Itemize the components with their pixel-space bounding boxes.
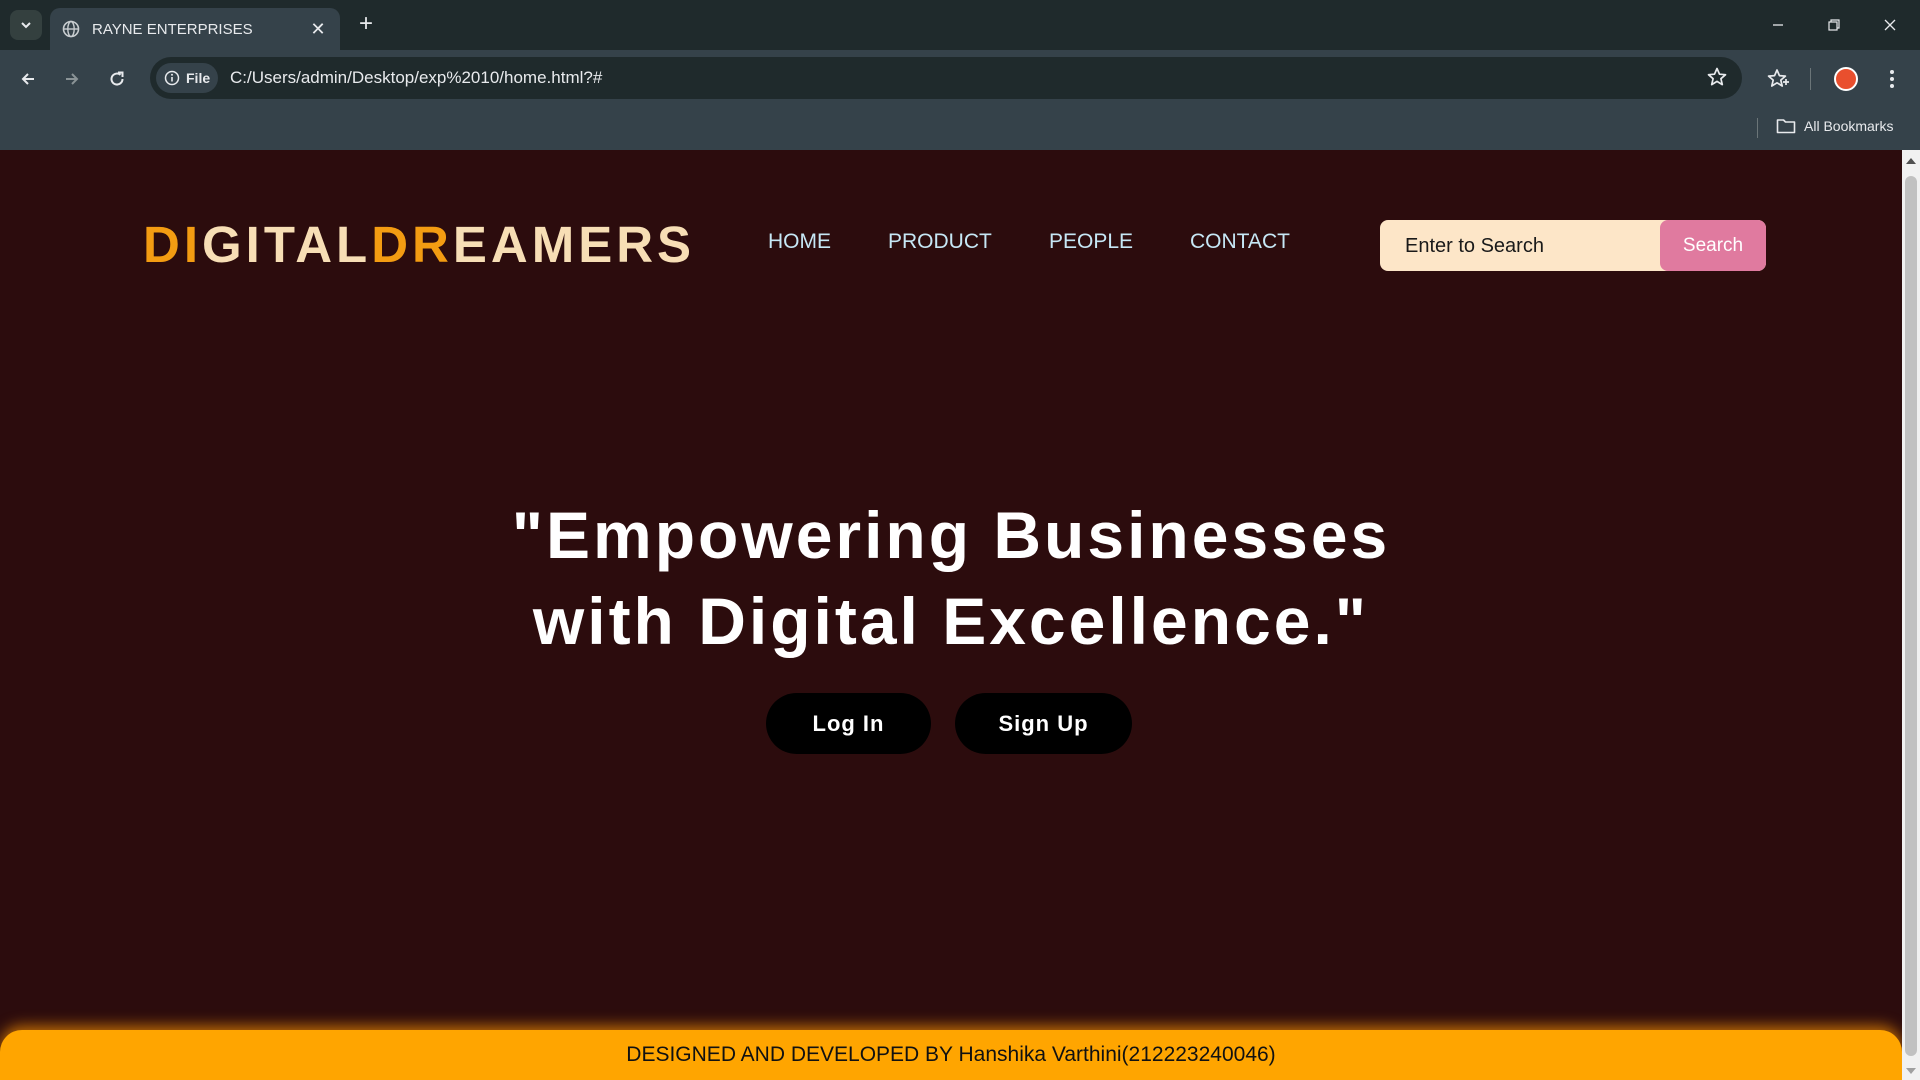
tab-search-button[interactable] [10, 10, 42, 40]
chevron-down-icon [21, 22, 31, 29]
logo-part-1: DI [143, 216, 202, 273]
nav-people[interactable]: PEOPLE [1049, 230, 1133, 254]
scroll-down-arrow[interactable] [1906, 1068, 1916, 1074]
bookmark-star-button[interactable] [1706, 66, 1728, 93]
minimize-icon [1773, 24, 1783, 26]
globe-icon [62, 20, 80, 38]
page-footer: DESIGNED AND DEVELOPED BY Hanshika Varth… [0, 1030, 1902, 1080]
active-tab[interactable]: RAYNE ENTERPRISES ✕ [50, 8, 340, 50]
new-tab-button[interactable]: + [352, 10, 380, 38]
bookmark-star-icon [1707, 67, 1727, 86]
search-button[interactable]: Search [1660, 220, 1766, 271]
bookmarks-button[interactable] [1762, 63, 1794, 95]
restore-button[interactable] [1806, 0, 1862, 50]
url-text[interactable]: C:/Users/admin/Desktop/exp%2010/home.htm… [230, 68, 602, 88]
back-icon [21, 73, 34, 85]
forward-icon [66, 73, 79, 85]
bookmarks-bar: All Bookmarks [0, 108, 1920, 150]
logo-part-3: DR [371, 216, 453, 273]
chip-label: File [186, 70, 211, 86]
close-window-button[interactable] [1862, 0, 1918, 50]
tab-title: RAYNE ENTERPRISES [92, 20, 253, 38]
login-button[interactable]: Log In [766, 693, 931, 754]
restore-icon [1828, 19, 1840, 31]
address-bar[interactable]: File C:/Users/admin/Desktop/exp%2010/hom… [150, 57, 1742, 99]
close-window-icon [1884, 19, 1896, 31]
search-input[interactable]: Enter to Search [1405, 235, 1544, 258]
reload-button[interactable] [101, 63, 133, 95]
page-scrollbar[interactable] [1902, 150, 1920, 1080]
nav-contact[interactable]: CONTACT [1190, 230, 1290, 254]
hero-headline: "Empowering Businesses with Digital Exce… [0, 492, 1902, 664]
logo-part-2: GITAL [202, 216, 372, 273]
nav-product[interactable]: PRODUCT [888, 230, 992, 254]
site-logo[interactable]: DIGITALDREAMERS [143, 215, 695, 274]
back-button[interactable] [12, 63, 44, 95]
menu-button[interactable] [1876, 63, 1908, 95]
bookmarks-separator [1757, 118, 1758, 138]
browser-toolbar: File C:/Users/admin/Desktop/exp%2010/hom… [0, 50, 1920, 108]
folder-icon [1776, 119, 1796, 134]
profile-avatar [1834, 67, 1858, 91]
search-box: Enter to Search Search [1380, 220, 1766, 271]
site-info-chip[interactable]: File [156, 63, 218, 93]
toolbar-divider [1810, 68, 1811, 90]
profile-button[interactable] [1830, 63, 1862, 95]
forward-button[interactable] [56, 63, 88, 95]
menu-icon [1890, 70, 1894, 88]
headline-line-2: with Digital Excellence." [532, 584, 1370, 658]
tab-strip: RAYNE ENTERPRISES ✕ + [0, 0, 1920, 50]
tab-close-icon[interactable]: ✕ [308, 19, 328, 40]
all-bookmarks-button[interactable]: All Bookmarks [1776, 118, 1893, 134]
all-bookmarks-label: All Bookmarks [1804, 118, 1894, 134]
nav-home[interactable]: HOME [768, 230, 831, 254]
scroll-thumb[interactable] [1905, 176, 1917, 1056]
logo-part-4: EAMERS [452, 216, 696, 273]
info-icon [164, 70, 180, 86]
headline-line-1: "Empowering Businesses [511, 498, 1391, 572]
signup-button[interactable]: Sign Up [955, 693, 1132, 754]
bookmarks-icon [1767, 69, 1789, 87]
reload-icon [110, 71, 124, 86]
page-viewport: DIGITALDREAMERS HOME PRODUCT PEOPLE CONT… [0, 150, 1902, 1080]
footer-credit: DESIGNED AND DEVELOPED BY Hanshika Varth… [626, 1043, 1276, 1066]
scroll-up-arrow[interactable] [1906, 158, 1916, 164]
minimize-button[interactable] [1750, 0, 1806, 50]
